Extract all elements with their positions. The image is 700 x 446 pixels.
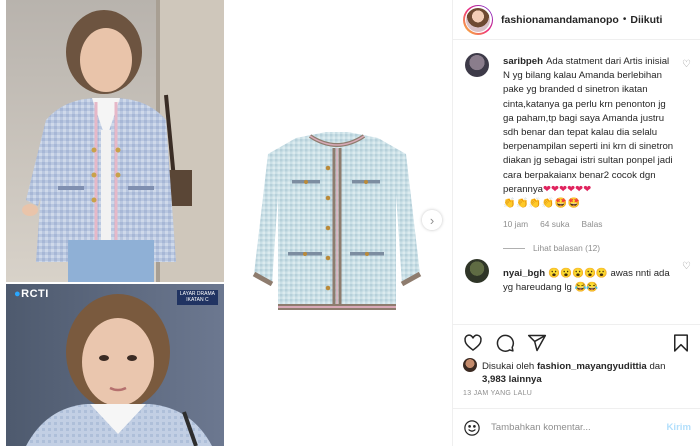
comment-likes[interactable]: 64 suka <box>540 219 569 229</box>
header-separator: • <box>622 14 627 25</box>
comment-hearts: ❤❤❤❤❤❤ <box>543 183 592 195</box>
comment-text: Ada statment dari Artis inisial N yg bil… <box>503 56 674 195</box>
heart-icon[interactable] <box>463 333 483 353</box>
post-media[interactable]: ●RCTI LAYAR DRAMA IKATAN C › <box>0 0 452 446</box>
post-actions-bar <box>453 324 700 360</box>
post-timestamp[interactable]: 13 JAM YANG LALU <box>463 390 532 397</box>
comment-input[interactable] <box>491 422 667 433</box>
commenter-username[interactable]: saribpeh <box>503 56 543 67</box>
comment-like-heart-icon[interactable]: ♡ <box>682 261 691 272</box>
comment-like-heart-icon[interactable]: ♡ <box>682 59 691 70</box>
chevron-right-icon[interactable]: › <box>422 210 442 230</box>
jacket-product-image <box>230 124 444 320</box>
likes-summary: Disukai oleh fashion_mayangyudittia dan … <box>463 358 695 386</box>
channel-logo: ●RCTI <box>14 288 49 300</box>
comment-emojis: 👏👏👏👏🤩🤩 <box>503 198 581 210</box>
reply-button[interactable]: Balas <box>581 219 602 229</box>
comment-body: nyai_bgh 😮😮😮😮😮 awas nnti ada yg hareudang… <box>503 267 675 295</box>
view-replies-label: Lihat balasan (12) <box>533 243 601 254</box>
likes-count[interactable]: 3,983 lainnya <box>463 374 542 385</box>
comments-list[interactable]: saribpeh Ada statment dari Artis inisial … <box>453 41 700 324</box>
comment-item: nyai_bgh 😮😮😮😮😮 awas nnti ada yg hareudang… <box>453 253 700 295</box>
post-side-panel: fashionamandamanopo • Diikuti saribpeh Ad… <box>452 0 700 446</box>
post-username[interactable]: fashionamandamanopo <box>501 14 619 26</box>
send-icon[interactable] <box>527 333 547 353</box>
send-comment-button[interactable]: Kirim <box>666 422 691 433</box>
comment-item: saribpeh Ada statment dari Artis inisial … <box>453 41 700 253</box>
likes-prefix: Disukai oleh <box>482 361 535 372</box>
comment-time: 10 jam <box>503 219 529 230</box>
actress-photo-top <box>6 0 224 282</box>
avatar[interactable] <box>463 4 493 35</box>
commenter-username[interactable]: nyai_bgh <box>503 268 545 279</box>
comment-icon[interactable] <box>495 333 515 353</box>
comment-meta: 10 jam 64 suka Balas <box>503 219 675 229</box>
commenter-avatar[interactable] <box>465 53 489 77</box>
liker-avatar[interactable] <box>463 358 477 372</box>
likes-conj: dan <box>649 361 666 372</box>
liker-username[interactable]: fashion_mayangyudittia <box>537 361 647 372</box>
replies-divider <box>503 247 525 249</box>
emoji-icon[interactable] <box>463 419 481 437</box>
view-replies-button[interactable]: Lihat balasan (12) <box>503 243 675 253</box>
add-comment-bar: Kirim <box>453 408 700 446</box>
show-tag: LAYAR DRAMA IKATAN C <box>176 290 218 305</box>
profile-picture <box>466 7 490 32</box>
commenter-avatar[interactable] <box>465 259 489 284</box>
actress-photo-bottom: ●RCTI LAYAR DRAMA IKATAN C <box>6 284 224 446</box>
follow-status-button[interactable]: Diikuti <box>630 14 662 26</box>
bookmark-icon[interactable] <box>671 333 691 353</box>
comment-body: saribpeh Ada statment dari Artis inisial … <box>503 55 675 211</box>
post-header: fashionamandamanopo • Diikuti <box>453 0 700 40</box>
